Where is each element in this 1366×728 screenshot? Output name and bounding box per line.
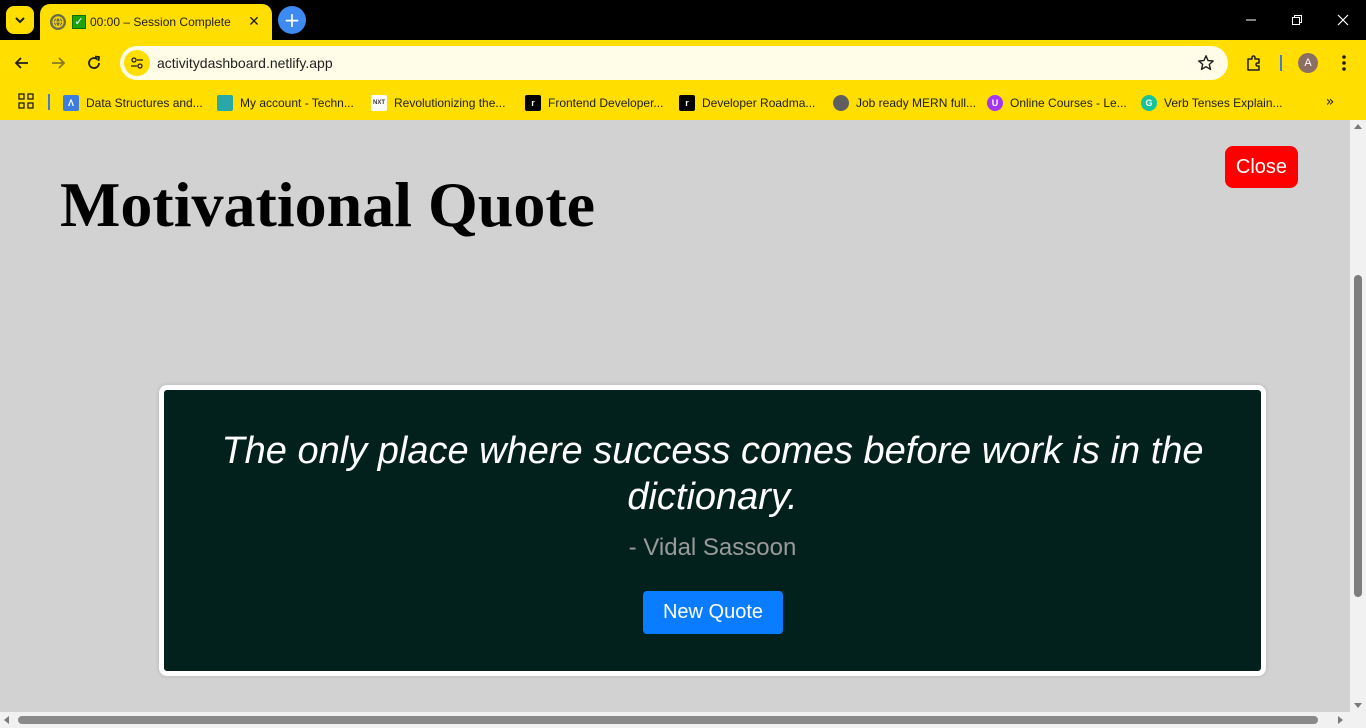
bookmark-developer-roadmaps[interactable]: r Developer Roadma...	[679, 91, 815, 115]
bookmark-revolutionizing[interactable]: NXT Revolutionizing the...	[371, 91, 505, 115]
minimize-button[interactable]	[1228, 0, 1274, 40]
more-vertical-icon	[1342, 55, 1346, 71]
vertical-scrollbar[interactable]	[1350, 120, 1366, 712]
tab-search-button[interactable]	[6, 6, 34, 34]
active-tab[interactable]: ✓ 00:00 – Session Complete ✕	[40, 4, 272, 40]
url-text[interactable]: activitydashboard.netlify.app	[157, 55, 333, 71]
nxt-wave-icon: NXT	[371, 95, 387, 111]
bookmark-verb-tenses[interactable]: G Verb Tenses Explain...	[1141, 91, 1283, 115]
page-title: Motivational Quote	[60, 169, 596, 240]
bookmarks-divider	[48, 94, 50, 110]
bookmark-my-account[interactable]: My account - Techn...	[217, 91, 354, 115]
chevron-down-icon	[15, 17, 25, 24]
browser-toolbar: activitydashboard.netlify.app A	[0, 40, 1366, 86]
scroll-up-arrow-icon[interactable]	[1354, 124, 1362, 129]
back-button[interactable]	[6, 47, 38, 79]
scroll-right-arrow-icon[interactable]	[1338, 716, 1343, 724]
horizontal-scroll-thumb[interactable]	[18, 716, 1318, 724]
check-icon: ✓	[72, 15, 86, 29]
tab-close-icon[interactable]: ✕	[246, 14, 262, 30]
globe-icon	[50, 14, 66, 30]
puzzle-icon	[1247, 55, 1260, 71]
forward-button[interactable]	[42, 47, 74, 79]
bookmark-star-icon[interactable]	[1196, 53, 1216, 73]
reload-button[interactable]	[78, 47, 110, 79]
toolbar-divider	[1280, 55, 1282, 71]
bookmark-data-structures[interactable]: Λ Data Structures and...	[63, 91, 203, 115]
udemy-icon: U	[987, 95, 1003, 111]
restore-button[interactable]	[1274, 0, 1320, 40]
restore-icon	[1292, 15, 1302, 25]
arrow-left-icon	[14, 57, 28, 69]
tech-logo-icon	[217, 95, 233, 111]
bookmark-online-courses[interactable]: U Online Courses - Le...	[987, 91, 1127, 115]
scroll-down-arrow-icon[interactable]	[1354, 703, 1362, 708]
extensions-button[interactable]	[1238, 47, 1270, 79]
title-bar: ✓ 00:00 – Session Complete ✕ +	[0, 0, 1366, 40]
quote-author: - Vidal Sassoon	[628, 534, 797, 561]
apps-grid-icon[interactable]	[18, 93, 36, 111]
browser-menu-button[interactable]	[1328, 47, 1360, 79]
address-bar[interactable]: activitydashboard.netlify.app	[120, 46, 1228, 80]
vertical-scroll-thumb[interactable]	[1354, 275, 1362, 597]
roadmap-icon: r	[679, 95, 695, 111]
site-info-button[interactable]	[124, 50, 150, 76]
page-viewport: Motivational Quote Close The only place …	[0, 120, 1350, 712]
lambda-icon: Λ	[63, 95, 79, 111]
scroll-left-arrow-icon[interactable]	[4, 716, 9, 724]
roadmap-icon: r	[525, 95, 541, 111]
new-tab-button[interactable]: +	[278, 6, 306, 34]
tab-title: 00:00 – Session Complete	[90, 15, 231, 29]
reload-icon	[88, 55, 101, 69]
bookmarks-bar: Λ Data Structures and... My account - Te…	[0, 86, 1366, 120]
quote-card: The only place where success comes befor…	[159, 385, 1266, 676]
globe-icon	[833, 95, 849, 111]
grammarly-icon: G	[1141, 95, 1157, 111]
quote-text: The only place where success comes befor…	[221, 430, 1204, 518]
arrow-right-icon	[52, 57, 66, 69]
bookmark-frontend-developer[interactable]: r Frontend Developer...	[525, 91, 663, 115]
horizontal-scrollbar[interactable]	[0, 712, 1366, 728]
close-icon	[1337, 14, 1349, 26]
tune-icon	[131, 57, 143, 69]
profile-avatar[interactable]: A	[1298, 53, 1318, 73]
bookmarks-overflow-button[interactable]: »	[1320, 92, 1340, 112]
close-button[interactable]: Close	[1225, 146, 1298, 188]
minimize-icon	[1246, 19, 1256, 21]
bookmark-job-ready-mern[interactable]: Job ready MERN full...	[833, 91, 976, 115]
new-quote-button[interactable]: New Quote	[643, 591, 783, 634]
window-close-button[interactable]	[1320, 0, 1366, 40]
